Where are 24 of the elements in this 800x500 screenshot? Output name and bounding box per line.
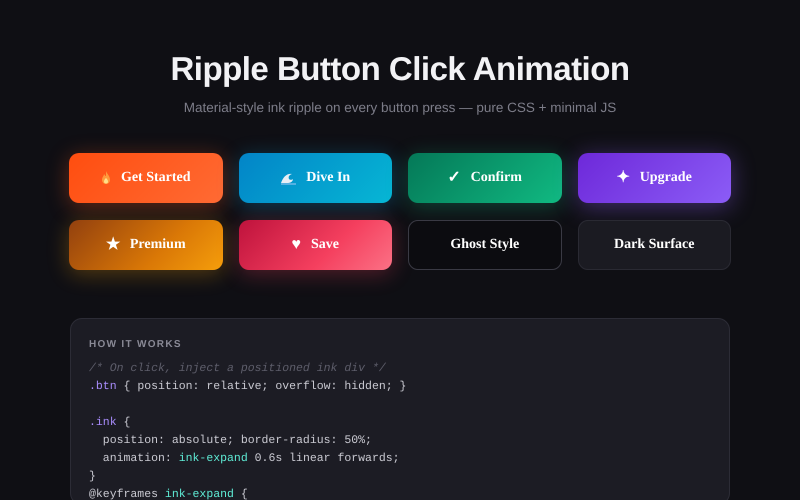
demo-button[interactable]: Dive In bbox=[238, 153, 392, 203]
code-line: /* On click, inject a positioned ink div */ bbox=[89, 361, 387, 377]
code-line: animation: ink-expand 0.6s linear forwards; bbox=[102, 451, 401, 467]
demo-button[interactable]: ♥ Save bbox=[238, 220, 392, 270]
demo-button[interactable]: ★ Premium bbox=[69, 220, 222, 270]
button-glyph: ★ bbox=[106, 237, 120, 253]
demo-button[interactable]: ✓ Confirm bbox=[408, 153, 562, 203]
code-line: .btn { position: relative; overflow: hidden; } bbox=[89, 379, 408, 395]
button-glyph: ♥ bbox=[292, 237, 301, 253]
wave-icon bbox=[280, 171, 296, 185]
page-title: Ripple Button Click Animation bbox=[170, 50, 630, 88]
code-line: } bbox=[89, 469, 97, 485]
code-line: .ink { bbox=[89, 415, 132, 431]
code-line: @keyframes ink-expand { bbox=[89, 487, 249, 500]
page-subtitle: Material-style ink ripple on every button press — pure CSS + minimal JS bbox=[184, 100, 616, 116]
demo-button[interactable]: Ghost Style bbox=[408, 220, 562, 270]
demo-button[interactable]: Dark Surface bbox=[578, 220, 731, 270]
demo-button[interactable]: Get Started bbox=[69, 153, 222, 203]
demo-button[interactable]: ✦ Upgrade bbox=[578, 153, 731, 203]
button-glyph: ✓ bbox=[448, 170, 461, 186]
button-glyph: ✦ bbox=[616, 170, 630, 186]
code-line: position: absolute; border-radius: 50%; bbox=[102, 433, 373, 449]
flame-icon bbox=[100, 171, 111, 185]
panel-heading: HOW IT WORKS bbox=[89, 339, 183, 350]
